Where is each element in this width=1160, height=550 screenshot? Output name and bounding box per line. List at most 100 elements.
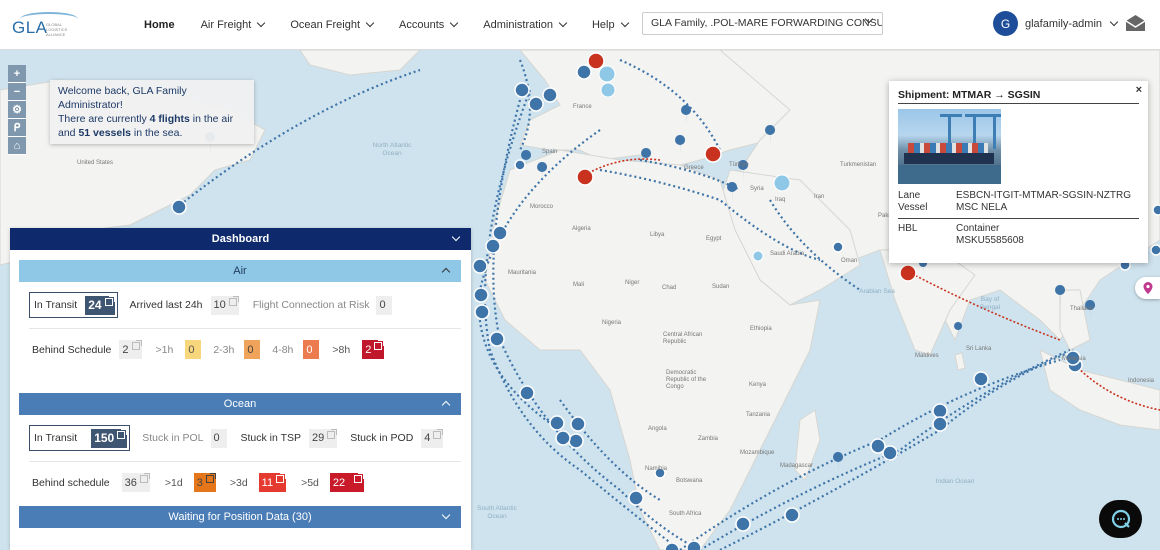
air-b2-value[interactable]: 0 — [244, 340, 261, 359]
label-turkey: Türkiye — [729, 162, 749, 168]
air-row-2: Behind Schedule 2 >1h 0 2-3h 0 4-8h 0 >8… — [29, 340, 385, 359]
shipment-popup: Shipment: MTMAR → SGSIN × Lane ESBCN-ITG… — [889, 81, 1148, 263]
ocean-b2-label: >3d — [229, 476, 248, 489]
chevron-down-icon — [620, 18, 629, 28]
label-zambia: Zambia — [698, 436, 719, 442]
nav-accounts[interactable]: Accounts — [399, 18, 459, 31]
nav-help-label: Help — [591, 19, 615, 31]
label-botswana: Botswana — [676, 478, 703, 484]
settings-icon[interactable]: ⚙ — [8, 101, 26, 119]
air-behind-value[interactable]: 2 — [119, 340, 142, 359]
flight-count: 4 flights — [149, 113, 190, 125]
air-b3-label: 4-8h — [272, 343, 294, 356]
container-details: HBL Container MSKU5585608 — [898, 218, 1139, 246]
ocean-b3-value[interactable]: 22 — [329, 473, 364, 492]
label-indian-ocean: Indian Ocean — [935, 478, 975, 485]
label-spain: Spain — [542, 149, 558, 155]
company-select[interactable]: GLA Family, .POL-MARE FORWARDING CONSUL.… — [642, 12, 883, 35]
divider — [29, 328, 461, 329]
user-menu[interactable]: G glafamily-admin — [993, 11, 1119, 36]
close-icon[interactable]: × — [1136, 84, 1142, 96]
chevron-down-icon — [257, 18, 266, 28]
air-in-transit-card[interactable]: In Transit 24 — [29, 292, 118, 318]
nav-help[interactable]: Help — [591, 18, 629, 31]
home-icon[interactable]: ⌂ — [8, 137, 26, 155]
air-section-header[interactable]: Air — [19, 260, 461, 282]
ocean-b3-label: >5d — [301, 476, 319, 489]
crane-shape — [985, 114, 1001, 149]
ocean-section-header[interactable]: Ocean — [19, 393, 461, 415]
nav-air-freight[interactable]: Air Freight — [201, 18, 266, 31]
ocean-b2-value[interactable]: 11 — [258, 473, 287, 492]
logo-text: GLA — [12, 18, 48, 37]
zoom-out-icon[interactable]: − — [8, 83, 26, 101]
vessel-count: 51 vessels — [78, 127, 131, 139]
label-indonesia: Indonesia — [1128, 378, 1155, 384]
parking-icon[interactable]: ᑭ — [8, 119, 26, 137]
ship-hull-shape — [904, 153, 994, 164]
hbl-spacer — [898, 235, 956, 246]
ocean-behind-value[interactable]: 36 — [121, 473, 150, 492]
air-b3-value[interactable]: 0 — [303, 340, 320, 359]
air-in-transit-value[interactable]: 24 — [85, 295, 115, 315]
nav-administration[interactable]: Administration — [483, 18, 568, 31]
ocean-b1-value[interactable]: 3 — [193, 473, 216, 492]
label-arabian-sea: Arabian Sea — [859, 288, 895, 295]
external-link-icon — [353, 473, 364, 483]
label-mozambique: Mozambique — [740, 450, 775, 456]
ocean-tsp-label: Stuck in TSP — [240, 432, 302, 444]
air-b4-value[interactable]: 2 — [362, 340, 385, 359]
zoom-in-icon[interactable]: + — [8, 65, 26, 83]
ocean-in-transit-value[interactable]: 150 — [91, 428, 128, 448]
top-header: GLA GLOBAL LOGISTICS ALLIANCE Home Air F… — [0, 0, 1160, 50]
waiting-section-header[interactable]: Waiting for Position Data (30) — [19, 506, 461, 528]
external-link-icon — [327, 428, 338, 439]
label-oman: Oman — [841, 258, 858, 264]
external-link-icon — [131, 340, 142, 350]
air-b2-label: 2-3h — [213, 343, 235, 356]
dashboard-header[interactable]: Dashboard — [10, 228, 471, 250]
waiting-section-title: Waiting for Position Data (30) — [168, 511, 312, 523]
external-link-icon — [276, 473, 287, 483]
air-arrived-value[interactable]: 10 — [210, 295, 239, 315]
mail-icon[interactable] — [1125, 14, 1146, 32]
label-greece: Greece — [684, 165, 704, 171]
container-value: MSKU5585608 — [956, 235, 1024, 246]
label-united-states: United States — [77, 160, 114, 166]
label-drc: Democratic Republic of the Congo — [666, 370, 707, 390]
label-madagascar: Madagascar — [780, 463, 814, 469]
label-iraq: Iraq — [775, 197, 786, 203]
ocean-tsp-value[interactable]: 29 — [309, 428, 338, 448]
air-b4-label: >8h — [332, 343, 351, 356]
air-row-1: In Transit 24 Arrived last 24h 10 Flight… — [29, 292, 393, 318]
label-france: France — [573, 104, 592, 110]
ocean-pol-value[interactable]: 0 — [210, 428, 227, 448]
chevron-up-icon — [441, 267, 451, 277]
ocean-in-transit-label: In Transit — [34, 432, 78, 444]
vessel-value: MSC NELA — [956, 202, 1008, 213]
chevron-down-icon — [450, 18, 459, 28]
vessel-image — [898, 109, 1001, 184]
nav-home[interactable]: Home — [144, 19, 175, 31]
side-pin-tab[interactable] — [1135, 277, 1160, 299]
label-syria: Syria — [750, 186, 764, 192]
nav-accounts-label: Accounts — [399, 19, 445, 31]
air-b1-value[interactable]: 0 — [185, 340, 202, 359]
label-bay-bengal: Bay of Bengal — [979, 296, 1001, 311]
logo-tagline: GLOBAL LOGISTICS ALLIANCE — [46, 22, 68, 37]
external-link-icon — [117, 428, 128, 439]
label-sudan: Sudan — [712, 284, 730, 290]
welcome-line2: There are currently 4 flights in the air — [58, 113, 234, 125]
avatar: G — [993, 11, 1018, 36]
label-tanzania: Tanzania — [746, 412, 771, 418]
label-algeria: Algeria — [572, 226, 591, 232]
nav-ocean-freight-label: Ocean Freight — [290, 19, 361, 31]
ocean-pod-value[interactable]: 4 — [421, 428, 444, 448]
gla-logo[interactable]: GLA GLOBAL LOGISTICS ALLIANCE — [10, 12, 80, 40]
nav-ocean-freight[interactable]: Ocean Freight — [290, 18, 375, 31]
label-libya: Libya — [650, 232, 665, 238]
chat-button[interactable] — [1099, 500, 1142, 538]
ocean-in-transit-card[interactable]: In Transit 150 — [29, 425, 131, 451]
air-risk-value[interactable]: 0 — [376, 295, 393, 315]
air-b1-label: >1h — [155, 343, 174, 356]
